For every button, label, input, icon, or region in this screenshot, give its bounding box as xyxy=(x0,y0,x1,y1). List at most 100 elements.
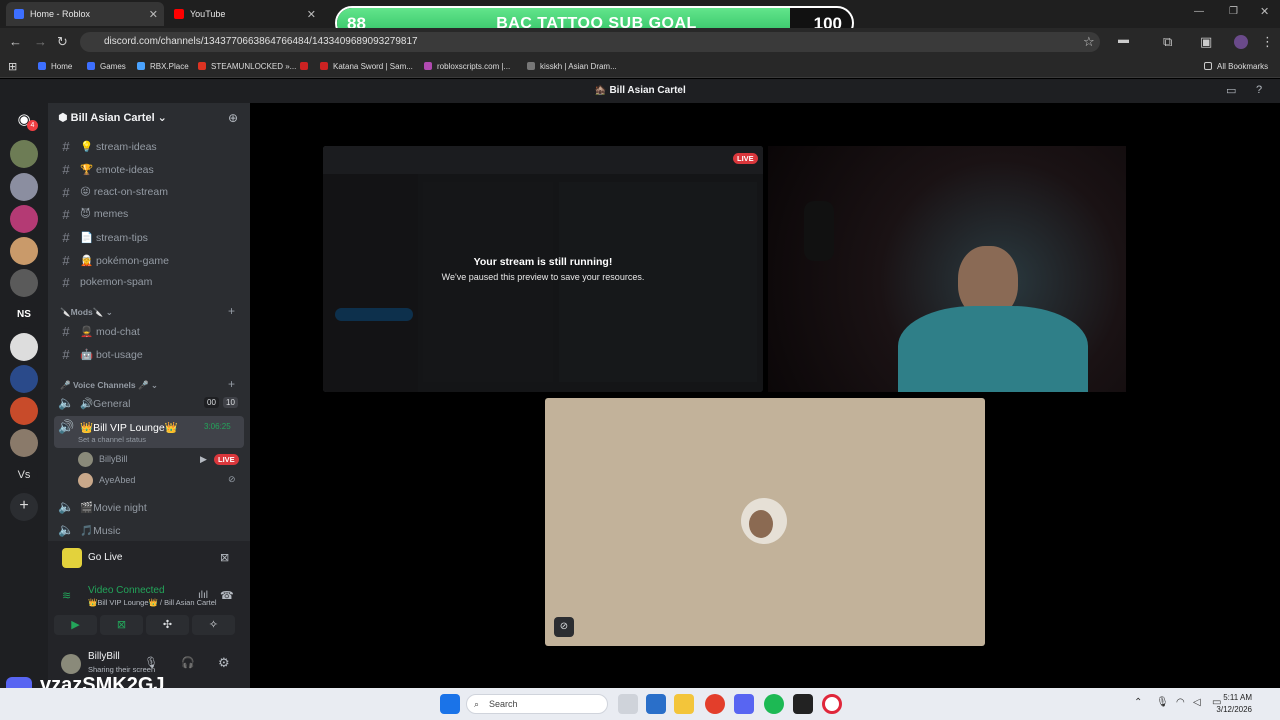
screen-share-tile[interactable]: Your stream is still running! We've paus… xyxy=(323,146,763,392)
tab-roblox[interactable]: Home - Roblox ✕ xyxy=(6,2,164,26)
add-server-icon[interactable]: + xyxy=(10,493,38,521)
settings-icon[interactable]: ⚙ xyxy=(218,655,230,671)
server-icon[interactable] xyxy=(10,205,38,233)
inbox-icon[interactable]: ▭ xyxy=(1226,84,1236,97)
voice-channel-movie[interactable]: 🔈 🎬Movie night xyxy=(58,498,244,516)
discord-title-bar: 🏚️ Bill Asian Cartel xyxy=(0,79,1280,103)
disconnect-icon[interactable]: ☎ xyxy=(220,589,234,602)
category-voice[interactable]: 🎤 Voice Channels 🎤 ⌄ xyxy=(60,380,158,391)
roblox-icon xyxy=(38,62,46,70)
noise-icon[interactable]: ılıl xyxy=(198,590,208,601)
app-icon[interactable] xyxy=(793,694,813,714)
server-icon[interactable]: Vs xyxy=(10,461,38,489)
taskbar-search[interactable]: ⌕ Search xyxy=(466,694,608,714)
bookmark-kisskh[interactable]: kisskh | Asian Dram... xyxy=(527,59,617,73)
channel-label: pokemon-spam xyxy=(80,276,153,288)
webcam-tile[interactable] xyxy=(768,146,1126,392)
channel-mod-chat[interactable]: # 💂 mod-chat xyxy=(58,322,244,340)
invite-icon[interactable]: ⊕ xyxy=(228,111,238,125)
profile-avatar[interactable] xyxy=(1234,35,1248,49)
channel-stream-ideas[interactable]: # 💡 stream-ideas xyxy=(58,137,244,155)
server-icon[interactable]: NS xyxy=(10,301,38,329)
star-icon[interactable]: ☆ xyxy=(1083,34,1095,50)
restore-icon[interactable]: ❐ xyxy=(1229,6,1238,17)
forward-icon[interactable]: → xyxy=(34,34,47,49)
tray-chevron-icon[interactable]: ⌃ xyxy=(1134,697,1142,708)
extension-icon[interactable]: ▬ xyxy=(1118,34,1129,46)
hash-icon: # xyxy=(62,184,70,200)
channel-stream-tips[interactable]: # 📄 stream-tips xyxy=(58,228,244,246)
bookmark-label: All Bookmarks xyxy=(1217,61,1269,71)
close-icon[interactable]: ⊠ xyxy=(220,551,229,564)
participant-tile[interactable]: ⊘ xyxy=(545,398,985,646)
screen-share-button[interactable]: ⊠ xyxy=(100,615,143,635)
server-icon[interactable] xyxy=(10,269,38,297)
explorer-icon[interactable] xyxy=(674,694,694,714)
back-icon[interactable]: ← xyxy=(9,34,22,49)
all-bookmarks[interactable]: All Bookmarks xyxy=(1204,59,1268,73)
bookmark-home[interactable]: Home xyxy=(38,59,72,73)
windows-start-icon[interactable] xyxy=(440,694,460,714)
help-icon[interactable]: ? xyxy=(1256,84,1262,96)
server-icon[interactable] xyxy=(10,140,38,168)
voice-status[interactable]: Video Connected xyxy=(88,585,165,596)
bookmark-rbxplace[interactable]: RBX.Place xyxy=(137,59,189,73)
mic-icon[interactable]: 🎙 xyxy=(144,656,158,669)
bookmark-red[interactable] xyxy=(300,59,313,73)
server-header[interactable]: ⬢ Bill Asian Cartel ⌄ xyxy=(58,111,167,124)
add-channel-icon[interactable]: + xyxy=(228,304,235,318)
voice-channel-music[interactable]: 🔈 🎵Music xyxy=(58,521,244,539)
server-icon[interactable] xyxy=(10,429,38,457)
headset-icon[interactable]: 🎧 xyxy=(181,656,195,669)
url-input[interactable]: discord.com/channels/1343770663864766484… xyxy=(80,32,1100,52)
mic-tray-icon[interactable]: 🎙 xyxy=(1156,697,1169,708)
add-channel-icon[interactable]: + xyxy=(228,377,235,391)
camera-button[interactable]: ▶ xyxy=(54,615,97,635)
avatar[interactable] xyxy=(61,654,81,674)
go-live-label[interactable]: Go Live xyxy=(88,552,122,563)
close-window-icon[interactable]: ✕ xyxy=(1260,5,1269,18)
channel-bot-usage[interactable]: # 🤖 bot-usage xyxy=(58,345,244,363)
activities-button[interactable]: ✣ xyxy=(146,615,189,635)
wifi-icon[interactable]: ◠ xyxy=(1176,697,1185,708)
menu-icon[interactable]: ⋮ xyxy=(1261,34,1274,50)
member-ayeabed[interactable]: AyeAbed xyxy=(99,475,135,485)
channel-emote-ideas[interactable]: # 🏆 emote-ideas xyxy=(58,160,244,178)
apps-icon[interactable]: ⊞ xyxy=(8,59,17,73)
close-icon[interactable]: ✕ xyxy=(149,8,158,21)
channel-pokemon-game[interactable]: # 🧝 pokémon-game xyxy=(58,251,244,269)
member-billybill[interactable]: BillyBill xyxy=(99,454,128,464)
server-icon[interactable] xyxy=(10,365,38,393)
category-mods[interactable]: 🔪Mods🔪 ⌄ xyxy=(60,307,113,318)
sidepanel-icon[interactable]: ▣ xyxy=(1200,34,1212,50)
discord-icon[interactable] xyxy=(734,694,754,714)
clock-time[interactable]: 5:11 AM xyxy=(1222,693,1252,702)
clock-date[interactable]: 3/12/2026 xyxy=(1208,705,1252,714)
reload-icon[interactable]: ↻ xyxy=(57,34,68,50)
minimize-icon[interactable]: — xyxy=(1194,6,1204,17)
tab-youtube[interactable]: YouTube ✕ xyxy=(166,2,322,26)
bookmark-steamunlocked[interactable]: STEAMUNLOCKED »... xyxy=(198,59,296,73)
mouse-icon[interactable] xyxy=(618,694,638,714)
opera-icon[interactable] xyxy=(822,694,842,714)
channel-pokemon-spam[interactable]: # pokemon-spam xyxy=(58,273,244,291)
channel-memes[interactable]: # 😈 memes xyxy=(58,205,244,223)
chrome-icon[interactable] xyxy=(705,694,725,714)
volume-icon[interactable]: ◁ xyxy=(1193,697,1201,708)
bookmark-games[interactable]: Games xyxy=(87,59,126,73)
bookmark-label: STEAMUNLOCKED »... xyxy=(211,61,297,71)
bookmark-katana[interactable]: Katana Sword | Sam... xyxy=(320,59,413,73)
puzzle-icon[interactable]: ⧉ xyxy=(1163,34,1172,50)
close-icon[interactable]: ✕ xyxy=(307,8,316,21)
store-icon[interactable] xyxy=(646,694,666,714)
spotify-icon[interactable] xyxy=(764,694,784,714)
bookmark-robloxscripts[interactable]: robloxscripts.com |... xyxy=(424,59,510,73)
channel-react-on-stream[interactable]: # 😝 react-on-stream xyxy=(58,183,244,201)
server-icon[interactable] xyxy=(10,397,38,425)
server-icon[interactable] xyxy=(10,333,38,361)
server-icon[interactable] xyxy=(10,173,38,201)
windows-taskbar xyxy=(0,688,1280,720)
channel-status[interactable]: Set a channel status xyxy=(78,435,146,444)
soundboard-button[interactable]: ✧ xyxy=(192,615,235,635)
server-icon[interactable] xyxy=(10,237,38,265)
